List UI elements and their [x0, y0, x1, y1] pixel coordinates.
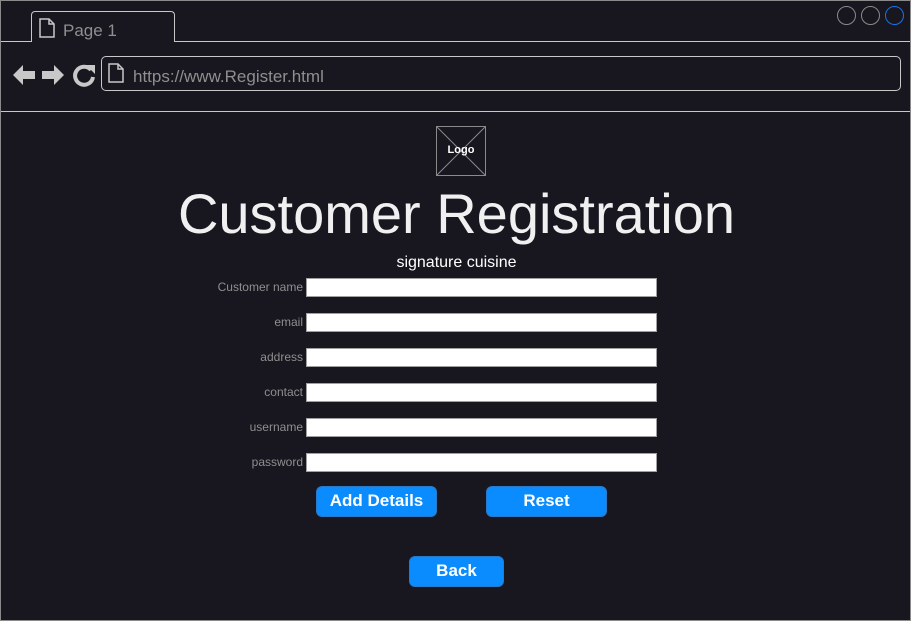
customer-name-input[interactable]	[306, 278, 657, 297]
page-icon	[108, 63, 124, 88]
add-details-button[interactable]: Add Details	[316, 486, 437, 517]
logo-label: Logo	[447, 144, 475, 156]
window-control-icon[interactable]	[861, 6, 880, 25]
email-input[interactable]	[306, 313, 657, 332]
username-label: username	[249, 420, 303, 434]
customer-name-label: Customer name	[217, 280, 303, 294]
reset-button[interactable]: Reset	[486, 486, 607, 517]
password-label: password	[251, 455, 303, 469]
address-label: address	[260, 350, 303, 364]
password-input[interactable]	[306, 453, 657, 472]
email-label: email	[274, 315, 303, 329]
back-button[interactable]: Back	[409, 556, 504, 587]
tab-divider-gap	[32, 40, 174, 43]
browser-tab[interactable]: Page 1	[31, 11, 175, 41]
window-control-icon[interactable]	[885, 6, 904, 25]
forward-arrow-icon[interactable]	[41, 63, 65, 92]
nav-divider	[1, 111, 910, 112]
browser-window: Page 1 https://www.Register.html Logo Cu…	[0, 0, 911, 621]
address-bar[interactable]: https://www.Register.html	[101, 56, 901, 91]
logo-placeholder-icon: Logo	[436, 126, 486, 176]
reload-icon[interactable]	[72, 63, 96, 92]
page-title: Customer Registration	[177, 182, 736, 245]
contact-label: contact	[264, 385, 303, 399]
tab-label: Page 1	[63, 21, 117, 40]
username-input[interactable]	[306, 418, 657, 437]
back-arrow-icon[interactable]	[12, 63, 36, 92]
page-subtitle: signature cuisine	[396, 254, 517, 271]
window-control-icon[interactable]	[837, 6, 856, 25]
address-input[interactable]	[306, 348, 657, 367]
contact-input[interactable]	[306, 383, 657, 402]
url-text: https://www.Register.html	[133, 67, 324, 86]
